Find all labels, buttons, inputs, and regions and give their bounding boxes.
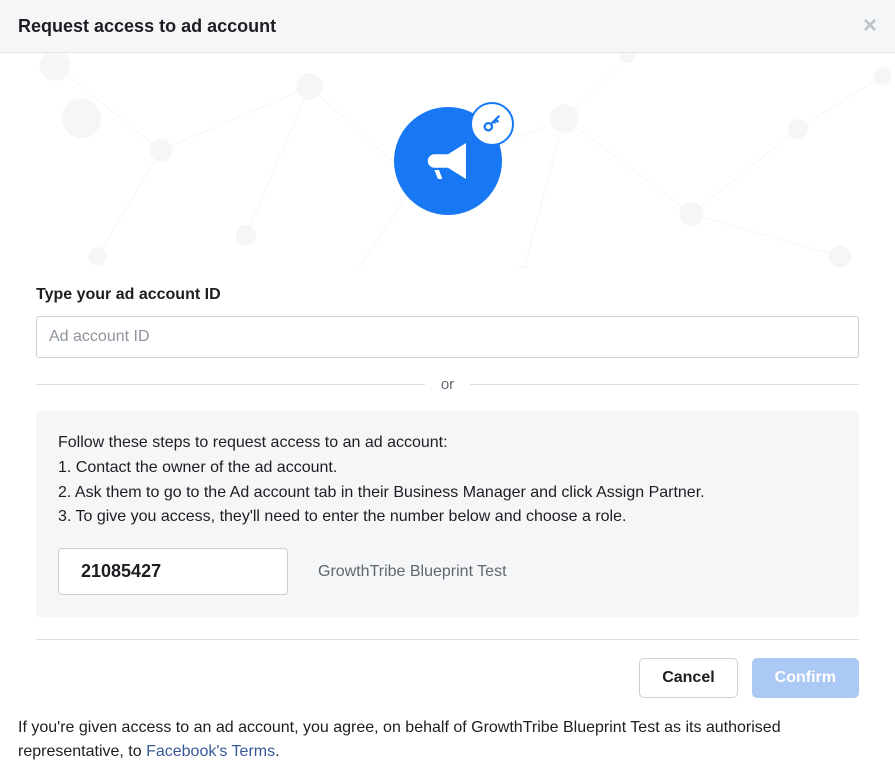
key-badge	[470, 102, 514, 146]
button-row: Cancel Confirm	[0, 658, 895, 698]
terms-text: If you're given access to an ad account,…	[0, 698, 895, 764]
content-area: Type your ad account ID or Follow these …	[0, 286, 895, 640]
hero-icon	[394, 107, 502, 215]
partner-number-box: 21085427	[58, 548, 288, 595]
terms-suffix: .	[275, 743, 279, 760]
megaphone-circle	[394, 107, 502, 215]
or-divider: or	[36, 376, 859, 393]
key-icon	[481, 113, 503, 135]
divider-text: or	[441, 376, 454, 393]
steps-intro: Follow these steps to request access to …	[58, 431, 837, 456]
confirm-button[interactable]: Confirm	[752, 658, 859, 698]
terms-link[interactable]: Facebook's Terms	[146, 743, 275, 760]
divider-line-left	[36, 384, 425, 385]
step-3: 3. To give you access, they'll need to e…	[58, 505, 837, 530]
close-icon[interactable]: ×	[863, 14, 877, 38]
partner-number-row: 21085427 GrowthTribe Blueprint Test	[58, 548, 837, 595]
footer-divider	[36, 639, 859, 640]
hero-section	[0, 53, 895, 268]
steps-box: Follow these steps to request access to …	[36, 411, 859, 617]
account-name: GrowthTribe Blueprint Test	[318, 563, 507, 581]
modal-title: Request access to ad account	[18, 16, 276, 37]
terms-prefix: If you're given access to an ad account,…	[18, 719, 781, 760]
modal-header: Request access to ad account ×	[0, 0, 895, 53]
divider-line-right	[470, 384, 859, 385]
form-label: Type your ad account ID	[36, 286, 859, 304]
cancel-button[interactable]: Cancel	[639, 658, 737, 698]
megaphone-icon	[421, 134, 475, 188]
step-2: 2. Ask them to go to the Ad account tab …	[58, 481, 837, 506]
step-1: 1. Contact the owner of the ad account.	[58, 456, 837, 481]
ad-account-id-input[interactable]	[36, 316, 859, 358]
